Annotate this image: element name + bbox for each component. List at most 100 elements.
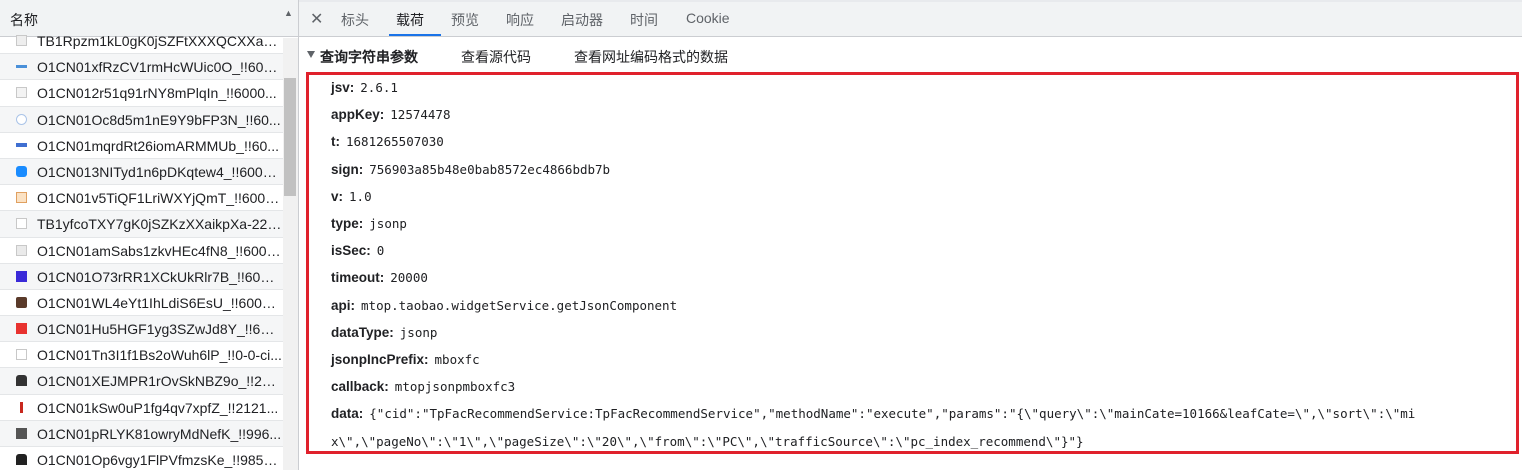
query-param-row[interactable]: jsonpIncPrefix: mboxfc <box>331 352 1516 367</box>
close-icon[interactable]: ✕ <box>310 9 323 29</box>
query-param-row[interactable]: v: 1.0 <box>331 188 1516 204</box>
request-name: O1CN012r51q91rNY8mPlqIn_!!6000... <box>37 85 277 102</box>
param-value: 20000 <box>390 270 428 286</box>
image-thumb-icon <box>16 375 27 387</box>
sort-up-icon[interactable]: ▲ <box>284 8 293 18</box>
query-param-row[interactable]: type: jsonp <box>331 216 1516 231</box>
section-title[interactable]: 查询字符串参数 <box>320 47 418 67</box>
image-thumb-icon <box>16 323 27 335</box>
param-value: 1681265507030 <box>346 134 444 150</box>
query-param-row[interactable]: sign: 756903a85b48e0bab8572ec4866bdb7b <box>331 161 1516 177</box>
image-thumb-icon <box>20 401 23 413</box>
param-key: dataType: <box>331 324 394 340</box>
param-key: v: <box>331 188 344 204</box>
query-param-row[interactable]: x\",\"pageNo\":\"1\",\"pageSize\":\"20\"… <box>331 433 1516 449</box>
request-name: O1CN01mqrdRt26iomARMMUb_!!60... <box>37 137 279 154</box>
param-key: data: <box>331 406 364 422</box>
view-url-encoded-link[interactable]: 查看网址编码格式的数据 <box>574 47 728 67</box>
request-list-item[interactable]: O1CN01mqrdRt26iomARMMUb_!!60... <box>0 133 283 159</box>
caret-down-icon[interactable] <box>307 51 315 58</box>
request-name: O1CN01Hu5HGF1yg3SZwJd8Y_!!600... <box>37 321 282 338</box>
image-thumb-icon <box>16 244 27 256</box>
image-thumb-icon <box>16 113 27 125</box>
request-list-item[interactable]: O1CN01Hu5HGF1yg3SZwJd8Y_!!600... <box>0 316 283 343</box>
view-source-link[interactable]: 查看源代码 <box>461 47 531 67</box>
param-key: sign: <box>331 161 364 177</box>
param-value: jsonp <box>369 216 407 231</box>
request-list-item[interactable]: TB1Rpzm1kL0gK0jSZFtXXXQCXXa-2... <box>0 28 283 55</box>
request-list-item[interactable]: O1CN01Tn3I1f1Bs2oWuh6lP_!!0-0-ci... <box>0 342 283 369</box>
request-list-item[interactable]: O1CN013NITyd1n6pDKqtew4_!!6000... <box>0 158 283 186</box>
image-thumb-icon <box>16 35 27 46</box>
tab-timing[interactable]: 时间 <box>630 10 658 30</box>
list-scrollbar-thumb[interactable] <box>284 78 296 196</box>
query-param-row[interactable]: jsv: 2.6.1 <box>331 80 1516 95</box>
query-params-list: jsv: 2.6.1 appKey: 12574478 t: 1681265507030 s… <box>306 72 1519 454</box>
query-param-row[interactable]: isSec: 0 <box>331 243 1516 259</box>
request-name: O1CN01amSabs1zkvHEc4fN8_!!6000... <box>37 242 282 259</box>
request-list-item[interactable]: O1CN01Op6vgy1FlPVfmzsKe_!!9856... <box>0 447 283 470</box>
param-value: jsonp <box>399 324 438 340</box>
param-value: 12574478 <box>390 107 451 123</box>
image-thumb-icon <box>16 270 27 282</box>
request-list-item[interactable]: O1CN01amSabs1zkvHEc4fN8_!!6000... <box>0 238 283 264</box>
request-name: TB1Rpzm1kL0gK0jSZFtXXXQCXXa-2... <box>37 33 282 49</box>
request-list-item[interactable]: O1CN01kSw0uP1fg4qv7xpfZ_!!2121... <box>0 395 283 421</box>
tab-payload[interactable]: 载荷 <box>396 10 424 30</box>
query-param-row[interactable]: callback: mtopjsonpmboxfc3 <box>331 379 1516 395</box>
tab-initiator[interactable]: 启动器 <box>561 10 603 30</box>
request-list-item[interactable]: O1CN01Oc8d5m1nE9Y9bFP3N_!!60... <box>0 106 283 133</box>
image-thumb-icon <box>16 349 27 361</box>
query-param-row[interactable]: appKey: 12574478 <box>331 107 1516 123</box>
query-param-row[interactable]: dataType: jsonp <box>331 324 1516 340</box>
param-value: mtopjsonpmboxfc3 <box>394 379 516 395</box>
request-name: O1CN01Tn3I1f1Bs2oWuh6lP_!!0-0-ci... <box>37 347 282 364</box>
param-key: api: <box>331 297 356 313</box>
tab-response[interactable]: 响应 <box>506 10 534 30</box>
query-params-section-header: 查询字符串参数 查看源代码 查看网址编码格式的数据 <box>299 40 1522 70</box>
param-key: timeout: <box>331 270 385 286</box>
param-value: 0 <box>376 243 385 259</box>
query-param-row[interactable]: data: {"cid":"TpFacRecommendService:TpFac… <box>331 406 1516 422</box>
tab-headers[interactable]: 标头 <box>341 10 369 30</box>
image-thumb-icon <box>16 218 27 230</box>
param-value: {"cid":"TpFacRecommendService:TpFacRecom… <box>369 406 1416 422</box>
param-value: mboxfc <box>434 352 480 367</box>
param-key: jsonpIncPrefix: <box>331 352 429 367</box>
request-list-item[interactable]: O1CN01XEJMPR1rOvSkNBZ9o_!!221... <box>0 368 283 395</box>
request-name: O1CN01XEJMPR1rOvSkNBZ9o_!!221... <box>37 373 282 390</box>
request-list-item[interactable]: O1CN01pRLYK81owryMdNefK_!!996... <box>0 420 283 447</box>
image-thumb-icon <box>16 165 27 177</box>
image-thumb-icon <box>16 65 27 69</box>
param-key: isSec: <box>331 243 371 259</box>
query-param-row[interactable]: t: 1681265507030 <box>331 134 1516 150</box>
param-key: type: <box>331 216 364 231</box>
request-name: O1CN01pRLYK81owryMdNefK_!!996... <box>37 425 282 442</box>
param-value: mtop.taobao.widgetService.getJsonCompone… <box>361 297 678 313</box>
request-name: O1CN01xfRzCV1rmHcWUic0O_!!600... <box>37 59 282 76</box>
image-thumb-icon <box>16 454 27 465</box>
request-list-item[interactable]: O1CN01O73rRR1XCkUkRlr7B_!!6000... <box>0 263 283 290</box>
request-name: O1CN013NITyd1n6pDKqtew4_!!6000... <box>37 163 282 180</box>
query-param-row[interactable]: timeout: 20000 <box>331 270 1516 286</box>
request-list-item[interactable]: TB1yfcoTXY7gK0jSZKzXXaikpXa-22-... <box>0 211 283 238</box>
request-name: O1CN01kSw0uP1fg4qv7xpfZ_!!2121... <box>37 399 279 416</box>
param-value: 2.6.1 <box>360 80 398 95</box>
request-list-item[interactable]: O1CN01v5TiQF1LriWXYjQmT_!!6000... <box>0 185 283 212</box>
param-value: x\",\"pageNo\":\"1\",\"pageSize\":\"20\"… <box>331 433 1084 449</box>
tab-preview[interactable]: 预览 <box>451 10 479 30</box>
request-list: TB1Rpzm1kL0gK0jSZFtXXXQCXXa-2... O1CN01xf… <box>0 28 283 470</box>
tab-cookie[interactable]: Cookie <box>686 10 730 26</box>
request-name: O1CN01Oc8d5m1nE9Y9bFP3N_!!60... <box>37 111 281 128</box>
param-value: 756903a85b48e0bab8572ec4866bdb7b <box>369 161 611 177</box>
param-key: appKey: <box>331 107 385 123</box>
param-key: t: <box>331 134 340 150</box>
detail-tabbar: ✕ 标头 载荷 预览 响应 启动器 时间 Cookie <box>299 2 1522 37</box>
image-thumb-icon <box>16 87 27 99</box>
image-thumb-icon <box>16 142 27 147</box>
request-list-item[interactable]: O1CN01WL4eYt1IhLdiS6EsU_!!60000... <box>0 290 283 317</box>
query-param-row[interactable]: api: mtop.taobao.widgetService.getJsonCom… <box>331 297 1516 313</box>
request-list-item[interactable]: O1CN01xfRzCV1rmHcWUic0O_!!600... <box>0 54 283 81</box>
request-name: O1CN01Op6vgy1FlPVfmzsKe_!!9856... <box>37 452 282 468</box>
request-list-item[interactable]: O1CN012r51q91rNY8mPlqIn_!!6000... <box>0 80 283 107</box>
